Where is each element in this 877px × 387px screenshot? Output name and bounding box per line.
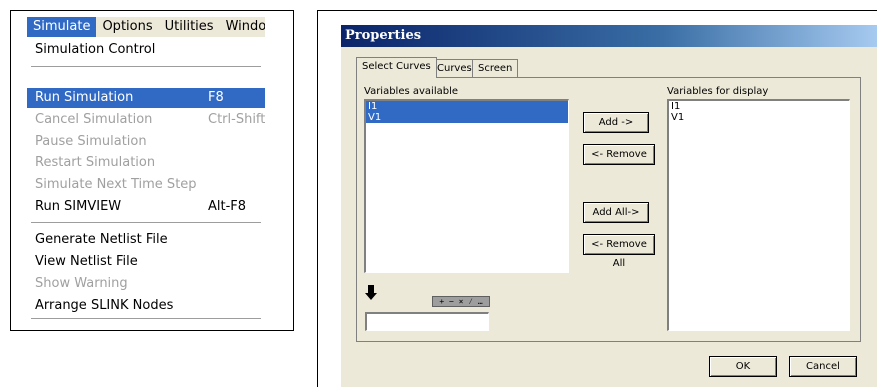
menu-item-cancel-simulation: Cancel Simulation Ctrl-Shift	[35, 112, 265, 127]
menubar: Simulate Options Utilities Windov	[27, 17, 265, 37]
dialog-titlebar[interactable]: Properties	[341, 25, 877, 47]
cancel-button[interactable]: Cancel	[789, 356, 857, 377]
menubar-window[interactable]: Windov	[220, 17, 265, 37]
menu-item-generate-netlist-file[interactable]: Generate Netlist File	[27, 230, 265, 250]
list-item[interactable]: I1	[669, 101, 849, 112]
menu-item-restart-simulation: Restart Simulation	[35, 155, 156, 170]
ok-button[interactable]: OK	[709, 356, 777, 377]
remove-button[interactable]: <- Remove	[583, 144, 655, 165]
variables-for-display-label: Variables for display	[667, 86, 769, 97]
menu-item-pause-simulation: Pause Simulation	[35, 134, 147, 149]
properties-dialog: Select Curves Curves Screen Variables av…	[341, 47, 877, 387]
tab-select-curves[interactable]: Select Curves	[356, 57, 437, 78]
menu-item-simulation-control[interactable]: Simulation Control	[27, 40, 265, 60]
menu-item-simulate-next-time-step: Simulate Next Time Step	[35, 177, 197, 192]
dialog-title: Properties	[345, 28, 422, 43]
menu-separator	[31, 318, 261, 320]
tab-curves[interactable]: Curves	[431, 59, 478, 77]
menu-item-run-simview[interactable]: Run SIMVIEW Alt-F8	[27, 197, 265, 217]
menu-separator	[31, 222, 261, 224]
down-arrow-icon[interactable]	[365, 285, 377, 301]
menu-item-run-simulation[interactable]: Run Simulation F8	[27, 88, 265, 108]
menu-separator	[31, 66, 261, 68]
remove-all-button[interactable]: <- Remove All	[583, 234, 655, 269]
variables-for-display-list[interactable]: I1 V1	[667, 99, 850, 331]
menu-item-show-warning: Show Warning	[35, 276, 128, 291]
operators-toolbar[interactable]: + − × ⁄ …	[432, 296, 490, 307]
tab-screen[interactable]: Screen	[472, 59, 519, 77]
add-button[interactable]: Add ->	[583, 112, 649, 133]
menu-item-arrange-slink-nodes[interactable]: Arrange SLINK Nodes	[27, 296, 265, 316]
list-item[interactable]: V1	[366, 112, 568, 123]
expression-input[interactable]	[365, 312, 489, 331]
menubar-options[interactable]: Options	[96, 17, 158, 37]
variables-available-label: Variables available	[364, 86, 459, 97]
list-item[interactable]: I1	[366, 101, 568, 112]
menubar-utilities[interactable]: Utilities	[159, 17, 220, 37]
variables-available-list[interactable]: I1 V1	[364, 99, 569, 273]
add-all-button[interactable]: Add All->	[583, 202, 649, 223]
simulate-dropdown-menu: Simulation Control Run Simulation F8 Can…	[27, 38, 265, 320]
menubar-simulate[interactable]: Simulate	[27, 17, 97, 37]
list-item[interactable]: V1	[669, 112, 849, 123]
menu-item-view-netlist-file[interactable]: View Netlist File	[27, 252, 265, 272]
